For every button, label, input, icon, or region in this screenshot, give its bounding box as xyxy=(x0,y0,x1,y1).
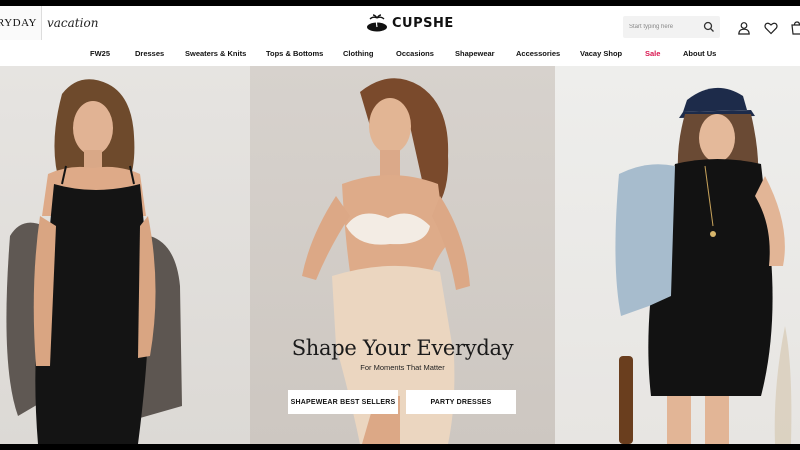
web-page: EVERYDAY vacation CUPSHE xyxy=(0,6,800,444)
nav-item-clothing[interactable]: Clothing xyxy=(343,49,373,58)
palm-tree-icon xyxy=(367,14,387,32)
brand-tab-vacation[interactable]: vacation xyxy=(47,6,107,40)
model-black-dress-figure xyxy=(6,79,182,444)
model-shapewear-figure xyxy=(302,78,470,444)
account-icon[interactable] xyxy=(737,21,751,35)
hero-title: Shape Your Everyday xyxy=(291,336,514,360)
cart-icon[interactable] xyxy=(790,21,800,35)
search-icon[interactable] xyxy=(703,21,715,33)
brand-tab-vacation-label: vacation xyxy=(47,16,99,30)
video-frame: EVERYDAY vacation CUPSHE xyxy=(0,0,800,450)
shapewear-best-sellers-button[interactable]: SHAPEWEAR BEST SELLERS xyxy=(288,390,398,414)
hero-image-left[interactable] xyxy=(0,66,250,444)
nav-item-vacay-shop[interactable]: Vacay Shop xyxy=(580,49,622,58)
nav-item-sale[interactable]: Sale xyxy=(645,49,660,58)
nav-item-dresses[interactable]: Dresses xyxy=(135,49,164,58)
main-nav: FW25 Dresses Sweaters & Knits Tops & Bot… xyxy=(0,44,800,66)
top-bar: EVERYDAY vacation CUPSHE xyxy=(0,6,800,42)
nav-item-accessories[interactable]: Accessories xyxy=(516,49,560,58)
hero-image-right[interactable] xyxy=(555,66,800,444)
logo-text: CUPSHE xyxy=(392,15,454,31)
party-dresses-button[interactable]: PARTY DRESSES xyxy=(406,390,516,414)
nav-item-tops-bottoms[interactable]: Tops & Bottoms xyxy=(266,49,323,58)
site-logo[interactable]: CUPSHE xyxy=(366,14,454,32)
brand-tab-everyday-label: EVERYDAY xyxy=(0,17,37,29)
hero-image-center[interactable] xyxy=(250,66,555,444)
nav-item-about-us[interactable]: About Us xyxy=(683,49,716,58)
nav-item-shapewear[interactable]: Shapewear xyxy=(455,49,495,58)
search-box[interactable] xyxy=(623,16,720,38)
hero-subtitle: For Moments That Matter xyxy=(360,363,445,372)
model-denim-jacket-figure xyxy=(615,87,792,444)
nav-item-occasions[interactable]: Occasions xyxy=(396,49,434,58)
nav-item-sweaters-knits[interactable]: Sweaters & Knits xyxy=(185,49,246,58)
brand-tab-everyday[interactable]: EVERYDAY xyxy=(0,6,42,40)
hero-copy: Shape Your Everyday For Moments That Mat… xyxy=(250,336,555,372)
nav-item-fw25[interactable]: FW25 xyxy=(90,49,110,58)
heart-icon[interactable] xyxy=(764,21,778,35)
search-input[interactable] xyxy=(629,20,699,34)
hero-banner[interactable]: Shape Your Everyday For Moments That Mat… xyxy=(0,66,800,444)
